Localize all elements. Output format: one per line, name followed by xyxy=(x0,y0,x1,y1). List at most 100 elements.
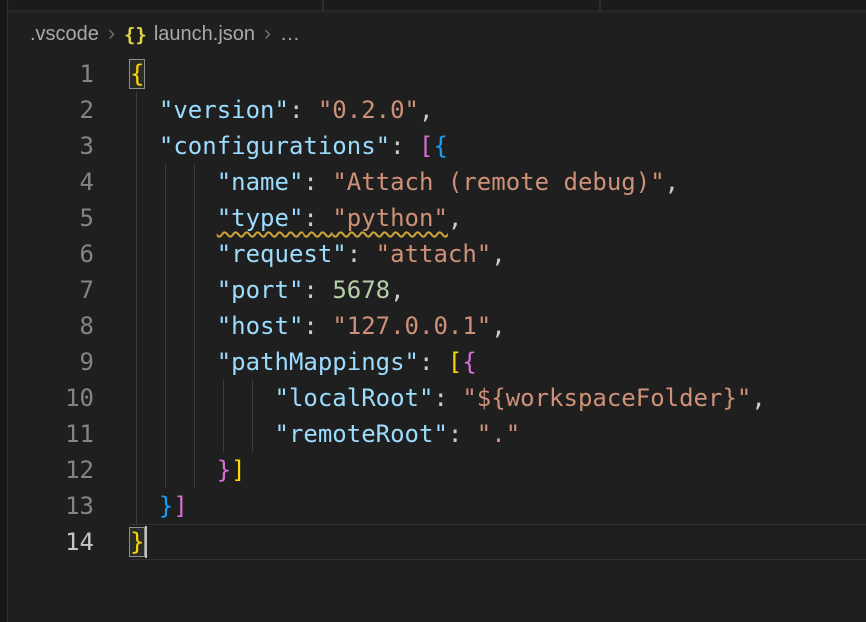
code-line[interactable]: 10 "localRoot": "${workspaceFolder}", xyxy=(9,380,866,416)
indent-guide xyxy=(165,452,166,488)
code-line-content: "type": "python", xyxy=(130,200,866,236)
code-token xyxy=(130,276,217,304)
chevron-right-icon: › xyxy=(264,23,271,44)
code-token: 5678 xyxy=(332,276,390,304)
code-token xyxy=(130,96,159,124)
code-token xyxy=(130,240,217,268)
indent-guide xyxy=(194,344,195,380)
code-token: "." xyxy=(477,420,520,448)
breadcrumb-item-vscode[interactable]: .vscode xyxy=(30,23,99,46)
code-line-content: "pathMappings": [{ xyxy=(130,344,866,380)
code-token: "name" xyxy=(217,168,304,196)
code-line[interactable]: 6 "request": "attach", xyxy=(9,236,866,272)
code-token: : xyxy=(390,132,419,160)
code-line[interactable]: 11 "remoteRoot": "." xyxy=(9,416,866,452)
line-number[interactable]: 1 xyxy=(9,56,94,92)
code-line[interactable]: 1{ xyxy=(9,56,866,92)
indent-guide xyxy=(136,344,137,380)
line-number[interactable]: 6 xyxy=(9,236,94,272)
code-token: "0.2.0" xyxy=(318,96,419,124)
code-line[interactable]: 3 "configurations": [{ xyxy=(9,128,866,164)
indent-guide xyxy=(165,416,166,452)
breadcrumb-item-launch-json[interactable]: {} launch.json xyxy=(124,23,255,46)
code-line[interactable]: 4 "name": "Attach (remote debug)", xyxy=(9,164,866,200)
matched-bracket: } xyxy=(130,528,144,556)
code-token: "request" xyxy=(217,240,347,268)
code-line-content: "localRoot": "${workspaceFolder}", xyxy=(130,380,866,416)
code-token: [ xyxy=(448,348,462,376)
indent-guide xyxy=(136,164,137,200)
code-token: "remoteRoot" xyxy=(275,420,448,448)
indent-guide xyxy=(194,236,195,272)
code-line[interactable]: 12 }] xyxy=(9,452,866,488)
code-line[interactable]: 14} xyxy=(9,524,866,560)
code-token: "port" xyxy=(217,276,304,304)
code-token xyxy=(130,492,159,520)
code-token: ] xyxy=(173,492,187,520)
line-number[interactable]: 13 xyxy=(9,488,94,524)
code-token: , xyxy=(419,96,433,124)
code-line[interactable]: 7 "port": 5678, xyxy=(9,272,866,308)
line-number[interactable]: 5 xyxy=(9,200,94,236)
indent-guide xyxy=(136,128,137,164)
code-token: "version" xyxy=(159,96,289,124)
code-token: { xyxy=(462,348,476,376)
indent-guide xyxy=(194,200,195,236)
code-token: , xyxy=(390,276,404,304)
editor-group-border xyxy=(0,0,8,622)
code-token: "attach" xyxy=(376,240,492,268)
indent-guide xyxy=(194,272,195,308)
code-line-content: "request": "attach", xyxy=(130,236,866,272)
indent-guide xyxy=(165,200,166,236)
line-number[interactable]: 10 xyxy=(9,380,94,416)
code-line-content: } xyxy=(130,524,866,560)
line-number[interactable]: 4 xyxy=(9,164,94,200)
breadcrumb-folder-label: .vscode xyxy=(30,23,99,46)
code-line-content: "version": "0.2.0", xyxy=(130,92,866,128)
indent-guide xyxy=(136,380,137,416)
code-line-content: "host": "127.0.0.1", xyxy=(130,308,866,344)
code-token: "type" xyxy=(217,204,304,232)
line-number[interactable]: 7 xyxy=(9,272,94,308)
chevron-right-icon: › xyxy=(108,23,115,44)
code-line[interactable]: 5 "type": "python", xyxy=(9,200,866,236)
code-line[interactable]: 9 "pathMappings": [{ xyxy=(9,344,866,380)
code-token: , xyxy=(491,312,505,340)
indent-guide xyxy=(136,92,137,128)
indent-guide xyxy=(136,488,137,524)
code-token: : xyxy=(448,420,477,448)
code-token xyxy=(130,204,217,232)
code-line[interactable]: 2 "version": "0.2.0", xyxy=(9,92,866,128)
code-token: : xyxy=(303,312,332,340)
code-token: "host" xyxy=(217,312,304,340)
indent-guide xyxy=(165,344,166,380)
breadcrumb-item-symbol-ellipsis[interactable]: … xyxy=(280,23,300,46)
line-number[interactable]: 12 xyxy=(9,452,94,488)
code-line-content: "remoteRoot": "." xyxy=(130,416,866,452)
indent-guide xyxy=(194,308,195,344)
indent-guide xyxy=(194,380,195,416)
code-token: "127.0.0.1" xyxy=(332,312,491,340)
indent-guide xyxy=(194,452,195,488)
indent-guide xyxy=(136,416,137,452)
code-editor[interactable]: 1{2 "version": "0.2.0",3 "configurations… xyxy=(9,56,866,560)
tab-separator xyxy=(599,0,601,10)
indent-guide xyxy=(136,236,137,272)
code-token: : xyxy=(419,348,448,376)
line-number[interactable]: 9 xyxy=(9,344,94,380)
line-number[interactable]: 3 xyxy=(9,128,94,164)
code-token: , xyxy=(751,384,765,412)
code-line-content: "port": 5678, xyxy=(130,272,866,308)
code-token xyxy=(130,348,217,376)
code-line[interactable]: 13 }] xyxy=(9,488,866,524)
line-number[interactable]: 11 xyxy=(9,416,94,452)
code-token xyxy=(130,456,217,484)
line-number[interactable]: 2 xyxy=(9,92,94,128)
code-token xyxy=(130,168,217,196)
indent-guide xyxy=(165,380,166,416)
code-token: "python" xyxy=(332,204,448,232)
code-line[interactable]: 8 "host": "127.0.0.1", xyxy=(9,308,866,344)
line-number[interactable]: 14 xyxy=(9,524,94,560)
line-number[interactable]: 8 xyxy=(9,308,94,344)
code-line-content: }] xyxy=(130,452,866,488)
